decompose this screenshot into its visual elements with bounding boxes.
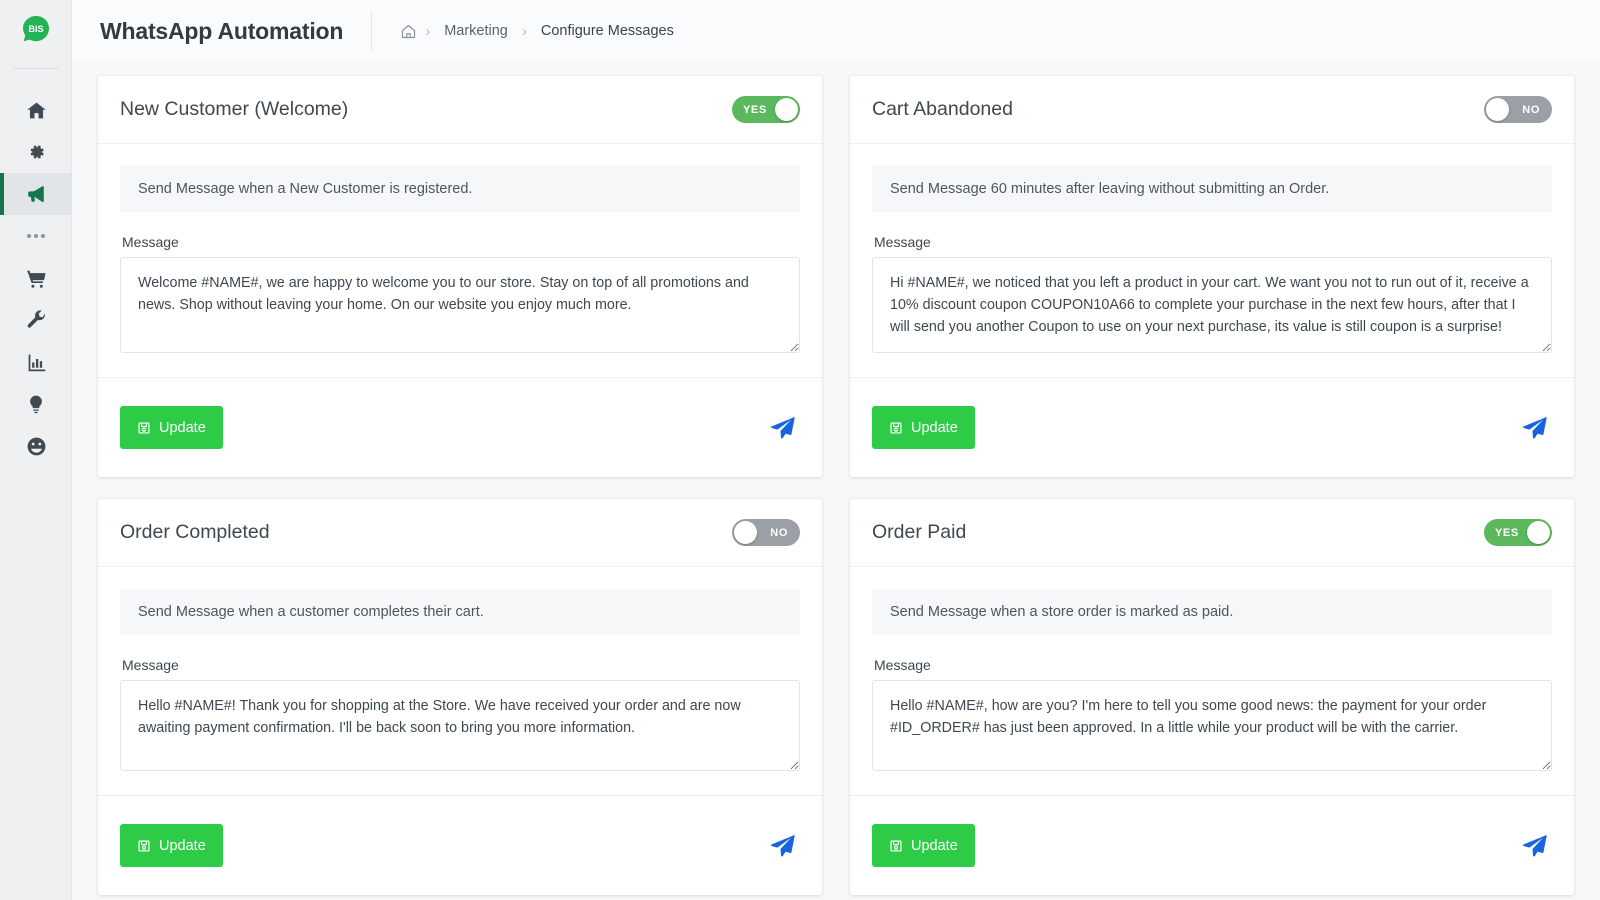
message-textarea[interactable] xyxy=(120,257,800,353)
breadcrumb-home-icon[interactable] xyxy=(396,23,421,40)
toggle-label: NO xyxy=(770,526,788,539)
megaphone-icon xyxy=(25,183,47,205)
breadcrumb: › Marketing › Configure Messages xyxy=(396,23,684,40)
enable-toggle[interactable]: YES xyxy=(732,96,800,123)
card-description: Send Message when a customer completes t… xyxy=(120,589,800,635)
toggle-knob xyxy=(1527,521,1550,544)
sidebar-item-marketing[interactable] xyxy=(0,173,72,215)
update-button[interactable]: Update xyxy=(872,406,975,449)
automation-card: New Customer (Welcome) YES Send Message … xyxy=(98,76,822,477)
lightbulb-icon xyxy=(26,394,46,414)
toggle-knob xyxy=(1486,98,1509,121)
sidebar-nav xyxy=(0,89,72,467)
update-button-label: Update xyxy=(159,419,206,436)
send-test-button[interactable] xyxy=(766,411,800,445)
whatsapp-bubble-icon: BIS xyxy=(19,14,53,48)
update-button[interactable]: Update xyxy=(872,824,975,867)
page-title: WhatsApp Automation xyxy=(100,17,344,44)
message-field-label: Message xyxy=(122,657,179,673)
sidebar-item-home[interactable] xyxy=(0,89,72,131)
sidebar-item-more[interactable] xyxy=(0,215,71,257)
main-content: New Customer (Welcome) YES Send Message … xyxy=(72,62,1600,900)
sidebar-divider xyxy=(13,68,58,69)
card-title: Cart Abandoned xyxy=(872,98,1013,120)
toggle-label: YES xyxy=(1495,526,1519,539)
sidebar-item-orders[interactable] xyxy=(0,257,72,299)
breadcrumb-separator-2: › xyxy=(521,22,527,40)
send-test-button[interactable] xyxy=(1518,829,1552,863)
breadcrumb-item-marketing[interactable]: Marketing xyxy=(434,23,518,39)
card-header: Cart Abandoned NO xyxy=(850,76,1574,144)
toggle-knob xyxy=(775,98,798,121)
paper-plane-icon xyxy=(770,833,796,859)
card-body: Send Message when a store order is marke… xyxy=(850,567,1574,795)
card-title: New Customer (Welcome) xyxy=(120,98,349,120)
shopping-cart-icon xyxy=(26,268,47,289)
save-icon xyxy=(137,839,151,853)
sidebar-item-stats[interactable] xyxy=(0,341,72,383)
save-icon xyxy=(889,421,903,435)
paper-plane-icon xyxy=(770,415,796,441)
breadcrumb-item-configure-messages[interactable]: Configure Messages xyxy=(531,23,684,39)
card-footer: Update xyxy=(850,795,1574,895)
automation-card: Order Paid YES Send Message when a store… xyxy=(850,499,1574,895)
card-description: Send Message when a store order is marke… xyxy=(872,589,1552,635)
message-field-label: Message xyxy=(874,234,931,250)
breadcrumb-separator-1: › xyxy=(425,22,431,40)
card-header: New Customer (Welcome) YES xyxy=(98,76,822,144)
message-textarea[interactable] xyxy=(872,257,1552,353)
header-divider xyxy=(371,11,373,51)
message-field-label: Message xyxy=(874,657,931,673)
automation-card: Cart Abandoned NO Send Message 60 minute… xyxy=(850,76,1574,477)
update-button[interactable]: Update xyxy=(120,406,223,449)
save-icon xyxy=(889,839,903,853)
enable-toggle[interactable]: NO xyxy=(732,519,800,546)
sidebar-item-settings[interactable] xyxy=(0,131,72,173)
smiley-icon xyxy=(26,436,47,457)
gear-icon xyxy=(26,142,46,162)
card-footer: Update xyxy=(850,377,1574,477)
card-description: Send Message when a New Customer is regi… xyxy=(120,166,800,212)
automation-card: Order Completed NO Send Message when a c… xyxy=(98,499,822,895)
toggle-label: YES xyxy=(743,103,767,116)
save-icon xyxy=(137,421,151,435)
card-title: Order Paid xyxy=(872,521,967,543)
paper-plane-icon xyxy=(1522,415,1548,441)
enable-toggle[interactable]: NO xyxy=(1484,96,1552,123)
sidebar-item-support[interactable] xyxy=(0,425,72,467)
card-header: Order Completed NO xyxy=(98,499,822,567)
enable-toggle[interactable]: YES xyxy=(1484,519,1552,546)
card-body: Send Message 60 minutes after leaving wi… xyxy=(850,144,1574,377)
automation-cards-grid: New Customer (Welcome) YES Send Message … xyxy=(98,76,1574,895)
wrench-icon xyxy=(26,309,47,331)
send-test-button[interactable] xyxy=(1518,411,1552,445)
brand-logo[interactable]: BIS xyxy=(0,0,71,62)
send-test-button[interactable] xyxy=(766,829,800,863)
sidebar-item-ideas[interactable] xyxy=(0,383,72,425)
card-body: Send Message when a New Customer is regi… xyxy=(98,144,822,377)
home-icon xyxy=(26,100,47,121)
message-textarea[interactable] xyxy=(872,680,1552,771)
top-header: WhatsApp Automation › Marketing › Config… xyxy=(72,0,1600,62)
sidebar-item-tools[interactable] xyxy=(0,299,72,341)
card-title: Order Completed xyxy=(120,521,270,543)
update-button-label: Update xyxy=(911,837,958,854)
update-button-label: Update xyxy=(911,419,958,436)
card-header: Order Paid YES xyxy=(850,499,1574,567)
message-textarea[interactable] xyxy=(120,680,800,771)
card-body: Send Message when a customer completes t… xyxy=(98,567,822,795)
card-description: Send Message 60 minutes after leaving wi… xyxy=(872,166,1552,212)
card-footer: Update xyxy=(98,377,822,477)
message-field-label: Message xyxy=(122,234,179,250)
update-button[interactable]: Update xyxy=(120,824,223,867)
toggle-knob xyxy=(734,521,757,544)
update-button-label: Update xyxy=(159,837,206,854)
sidebar: BIS xyxy=(0,0,72,900)
paper-plane-icon xyxy=(1522,833,1548,859)
toggle-label: NO xyxy=(1522,103,1540,116)
svg-text:BIS: BIS xyxy=(28,24,43,34)
bar-chart-icon xyxy=(26,352,47,373)
card-footer: Update xyxy=(98,795,822,895)
ellipsis-icon xyxy=(26,234,45,238)
